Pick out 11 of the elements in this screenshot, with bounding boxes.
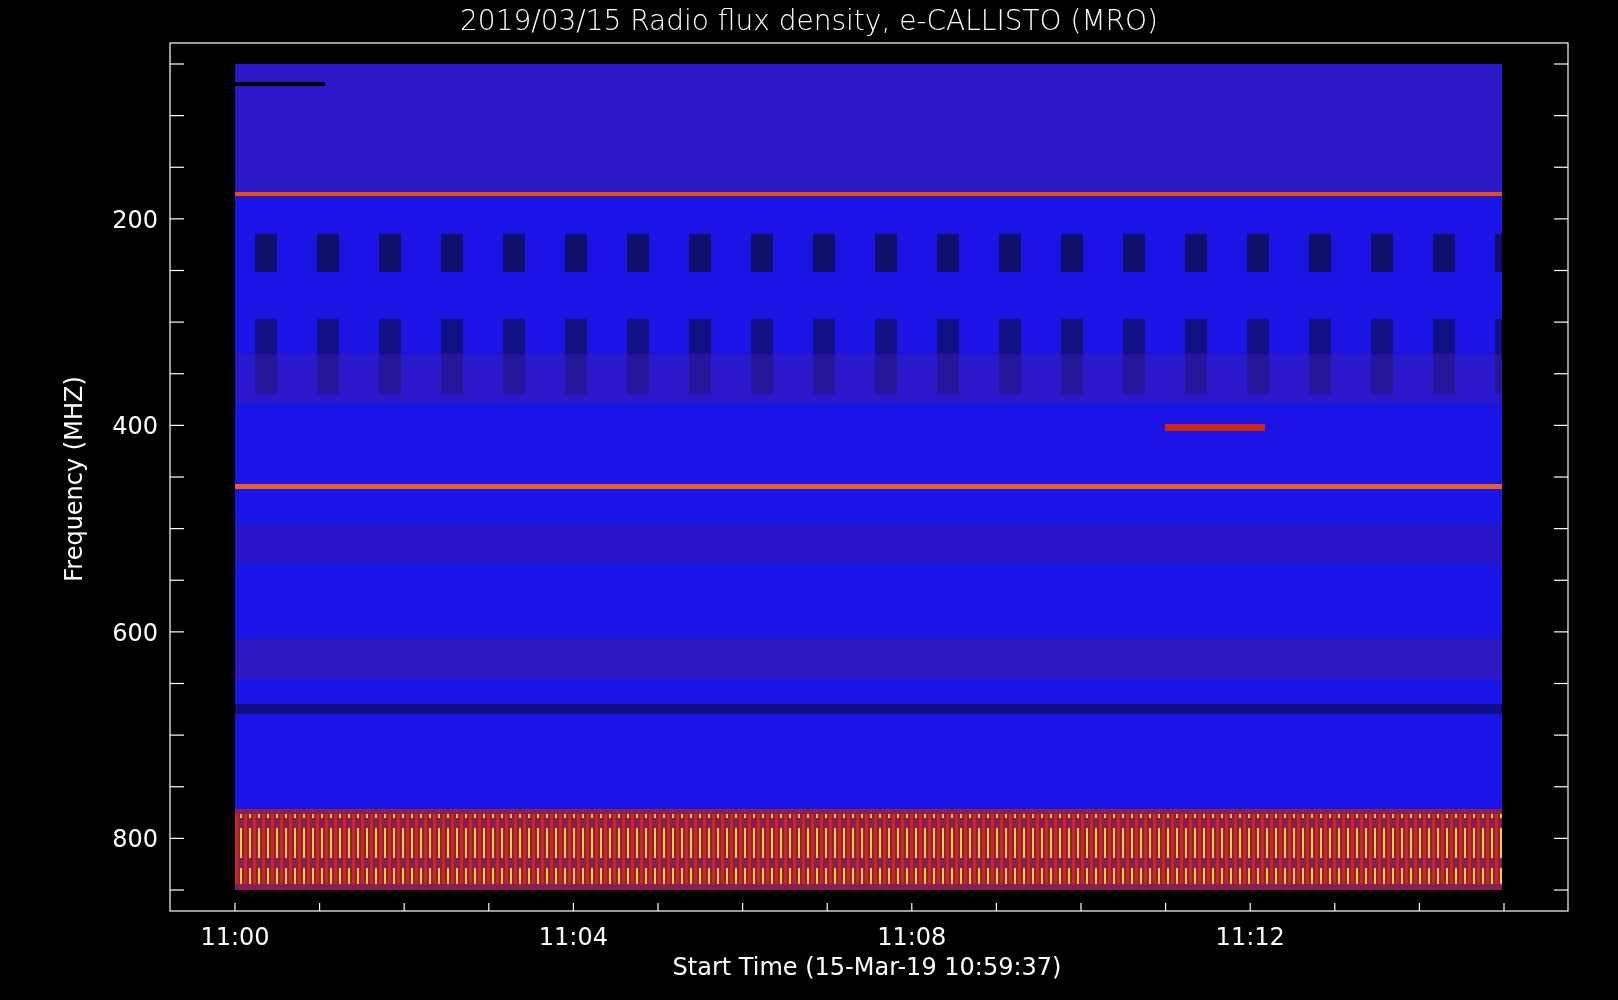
y-tick-label: 600 <box>112 618 158 647</box>
y-tick-label: 200 <box>112 205 158 234</box>
x-tick-label: 11:00 <box>200 923 270 951</box>
chart-title: 2019/03/15 Radio flux density, e-CALLISTO (MRO) <box>460 4 1158 37</box>
y-tick-label: 800 <box>112 825 158 854</box>
x-axis-label: Start Time (15-Mar-19 10:59:37) <box>672 953 1062 981</box>
x-tick-label: 11:04 <box>538 923 608 951</box>
y-tick-label: 400 <box>112 412 158 441</box>
x-tick-label: 11:12 <box>1215 923 1285 951</box>
x-tick-label: 11:08 <box>877 923 947 951</box>
y-axis-label: Frequency (MHZ) <box>60 376 88 582</box>
